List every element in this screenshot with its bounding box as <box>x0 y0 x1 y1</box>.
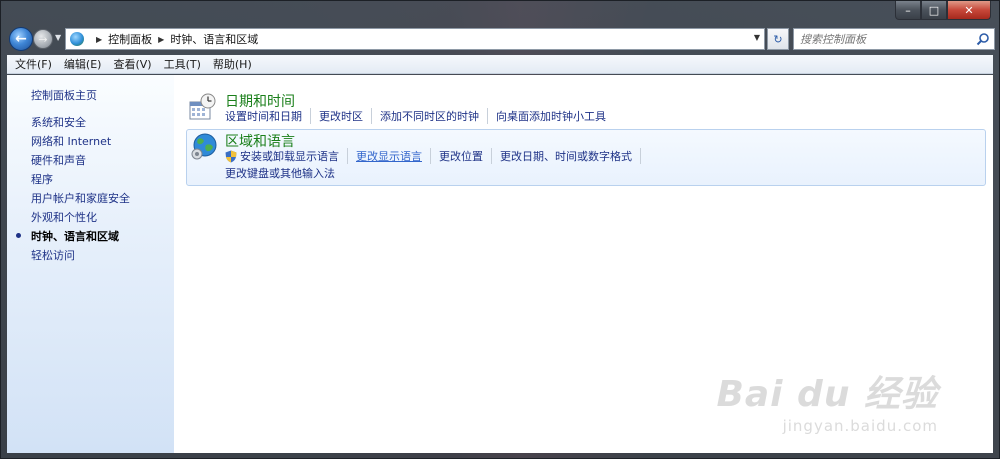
sidebar: 控制面板主页 系统和安全 网络和 Internet 硬件和声音 程序 用户帐户和… <box>7 75 174 453</box>
date-time-links: 设置时间和日期 更改时区 添加不同时区的时钟 向桌面添加时钟小工具 <box>225 108 614 124</box>
sidebar-item-system-security[interactable]: 系统和安全 <box>31 114 86 130</box>
link-change-time-zone[interactable]: 更改时区 <box>311 108 372 124</box>
maximize-button[interactable]: □ <box>921 1 947 20</box>
minimize-button[interactable]: – <box>895 1 921 20</box>
sidebar-item-appearance[interactable]: 外观和个性化 <box>31 209 97 225</box>
menu-tools[interactable]: 工具(T) <box>158 56 207 72</box>
caption-buttons: – □ ✕ <box>895 1 991 20</box>
globe-icon <box>191 133 217 160</box>
link-change-display-language[interactable]: 更改显示语言 <box>348 148 431 164</box>
address-bar[interactable]: ▶ 控制面板 ▶ 时钟、语言和区域 ▼ <box>65 28 765 50</box>
sidebar-item-clock-language-region: 时钟、语言和区域 <box>31 230 119 243</box>
refresh-icon: ↻ <box>773 32 783 46</box>
link-add-clock-gadget[interactable]: 向桌面添加时钟小工具 <box>488 108 614 124</box>
breadcrumb-clock-language-region[interactable]: 时钟、语言和区域 <box>170 31 258 47</box>
link-add-clocks[interactable]: 添加不同时区的时钟 <box>372 108 488 124</box>
watermark: Bai du 经验 jingyan.baidu.com <box>716 365 938 435</box>
current-item-bullet <box>16 233 21 238</box>
sidebar-item-programs[interactable]: 程序 <box>31 171 53 187</box>
sidebar-item-hardware-sound[interactable]: 硬件和声音 <box>31 152 86 168</box>
menu-bar: 文件(F) 编辑(E) 查看(V) 工具(T) 帮助(H) <box>7 55 993 74</box>
uac-shield-icon <box>225 150 237 162</box>
refresh-button[interactable]: ↻ <box>767 28 789 50</box>
sidebar-item-home[interactable]: 控制面板主页 <box>31 87 97 103</box>
navigation-bar: ← → ▼ ▶ 控制面板 ▶ 时钟、语言和区域 ▼ ↻ <box>7 27 995 53</box>
arrow-left-icon: ← <box>15 31 27 47</box>
link-change-keyboards[interactable]: 更改键盘或其他输入法 <box>225 165 343 181</box>
back-button[interactable]: ← <box>9 27 33 51</box>
search-input[interactable] <box>800 32 970 46</box>
forward-button[interactable]: → <box>33 29 53 49</box>
sidebar-item-user-accounts[interactable]: 用户帐户和家庭安全 <box>31 190 130 206</box>
menu-view[interactable]: 查看(V) <box>107 56 157 72</box>
calendar-clock-icon <box>189 93 216 120</box>
chevron-down-icon[interactable]: ▼ <box>754 33 760 42</box>
region-language-links-row2: 更改键盘或其他输入法 <box>225 165 343 181</box>
window-frame: – □ ✕ ← → ▼ ▶ 控制面板 ▶ 时钟、语言和区域 ▼ ↻ 搜索控制面板… <box>0 0 1000 459</box>
control-panel-icon <box>70 32 84 46</box>
arrow-right-icon: → <box>38 32 48 46</box>
link-install-display-language[interactable]: 安装或卸载显示语言 <box>240 148 348 164</box>
sidebar-item-network-internet[interactable]: 网络和 Internet <box>31 133 111 149</box>
region-language-links: 安装或卸载显示语言 更改显示语言 更改位置 更改日期、时间或数字格式 <box>225 148 641 164</box>
link-set-time-date[interactable]: 设置时间和日期 <box>225 108 311 124</box>
menu-edit[interactable]: 编辑(E) <box>58 56 108 72</box>
search-icon[interactable] <box>976 32 990 46</box>
baidu-watermark-logo: Bai du 经验 <box>716 374 938 415</box>
sidebar-item-ease-of-access[interactable]: 轻松访问 <box>31 247 75 263</box>
baidu-watermark-url: jingyan.baidu.com <box>782 417 938 435</box>
link-change-date-time-number-formats[interactable]: 更改日期、时间或数字格式 <box>492 148 641 164</box>
menu-help[interactable]: 帮助(H) <box>207 56 258 72</box>
search-box[interactable] <box>793 28 995 50</box>
chevron-right-icon[interactable]: ▶ <box>96 35 102 44</box>
close-button[interactable]: ✕ <box>947 1 991 20</box>
breadcrumb-control-panel[interactable]: 控制面板 <box>108 31 152 47</box>
chevron-right-icon[interactable]: ▶ <box>158 35 164 44</box>
main-content: 日期和时间 设置时间和日期 更改时区 添加不同时区的时钟 向桌面添加时钟小工具 … <box>174 75 993 453</box>
menu-file[interactable]: 文件(F) <box>9 56 58 72</box>
link-change-location[interactable]: 更改位置 <box>431 148 492 164</box>
recent-pages-dropdown[interactable]: ▼ <box>55 33 61 42</box>
